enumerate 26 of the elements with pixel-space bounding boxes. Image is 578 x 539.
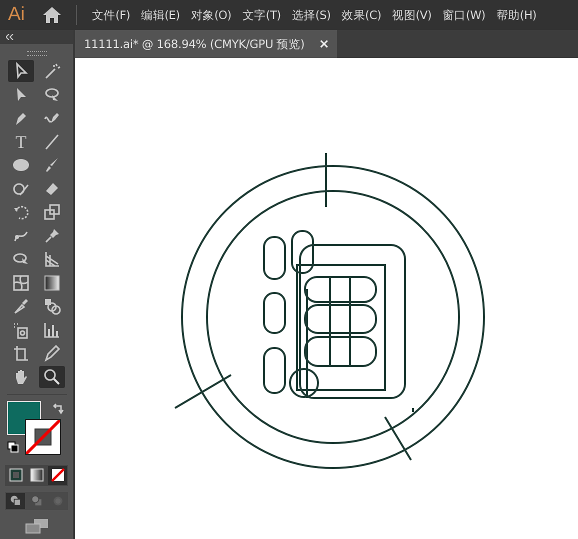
draw-normal-icon[interactable] [6,492,25,508]
stroke-swatch[interactable] [26,420,60,454]
menu-item[interactable]: 窗口(W) [438,8,492,22]
collapse-icon[interactable] [6,34,14,40]
none-mode-icon[interactable] [48,466,67,484]
close-button[interactable]: × [318,36,330,52]
default-colors-icon[interactable] [6,440,18,452]
menu-item[interactable]: 帮助(H) [491,8,542,22]
home-icon[interactable] [42,6,62,24]
menu-item[interactable]: 文件(F) [87,8,136,22]
arrow-pointer-icon[interactable] [8,60,34,82]
app-logo: Ai [8,4,26,26]
menu-item[interactable]: 编辑(E) [136,8,186,22]
type-tool[interactable]: T [8,130,34,152]
menu-item[interactable]: 视图(V) [387,8,438,22]
menu-item[interactable]: 效果(C) [336,8,388,22]
swap-icon[interactable] [52,402,64,414]
document-tab[interactable]: 11111.ai* @ 168.94% (CMYK/GPU 预览) × [75,30,338,58]
tab-title: 11111.ai* @ 168.94% (CMYK/GPU 预览) [84,36,305,52]
menu-item[interactable]: 文字(T) [237,8,287,22]
fill-swatch[interactable] [6,400,40,434]
menu-item[interactable]: 选择(S) [286,8,337,22]
search-icon[interactable] [39,366,65,388]
screen-mode-icon[interactable] [24,518,48,534]
grip-handle[interactable] [26,51,46,56]
menu-item[interactable]: 对象(O) [186,8,238,22]
